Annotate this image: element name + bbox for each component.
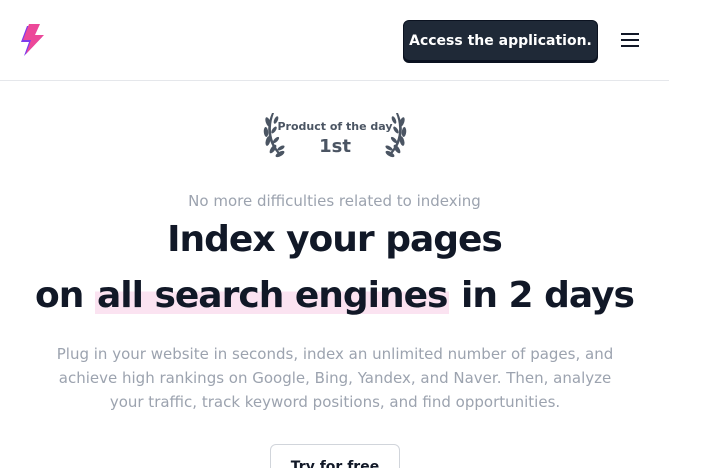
headline-highlight: all search engines <box>94 275 450 316</box>
top-navigation: Access the application. <box>0 0 669 81</box>
hero-eyebrow: No more difficulties related to indexing <box>188 192 481 210</box>
headline-suffix: in 2 days <box>461 275 635 316</box>
access-application-button[interactable]: Access the application. <box>403 20 598 61</box>
headline-prefix: on <box>35 275 84 316</box>
hero-headline-line-2: on all search engines in 2 days <box>0 275 669 316</box>
try-for-free-button[interactable]: Try for free <box>270 444 400 468</box>
hamburger-menu-icon[interactable] <box>618 30 642 50</box>
landing-page: Access the application. Product of the d… <box>0 0 702 468</box>
hero-description: Plug in your website in seconds, index a… <box>56 345 614 411</box>
lightning-bolt-icon[interactable] <box>19 24 45 56</box>
hero-headline-line-1: Index your pages <box>167 219 503 260</box>
badge-rank: 1st <box>319 136 351 157</box>
badge-title: Product of the day <box>277 120 393 133</box>
product-of-the-day-badge: Product of the day 1st <box>258 108 412 160</box>
